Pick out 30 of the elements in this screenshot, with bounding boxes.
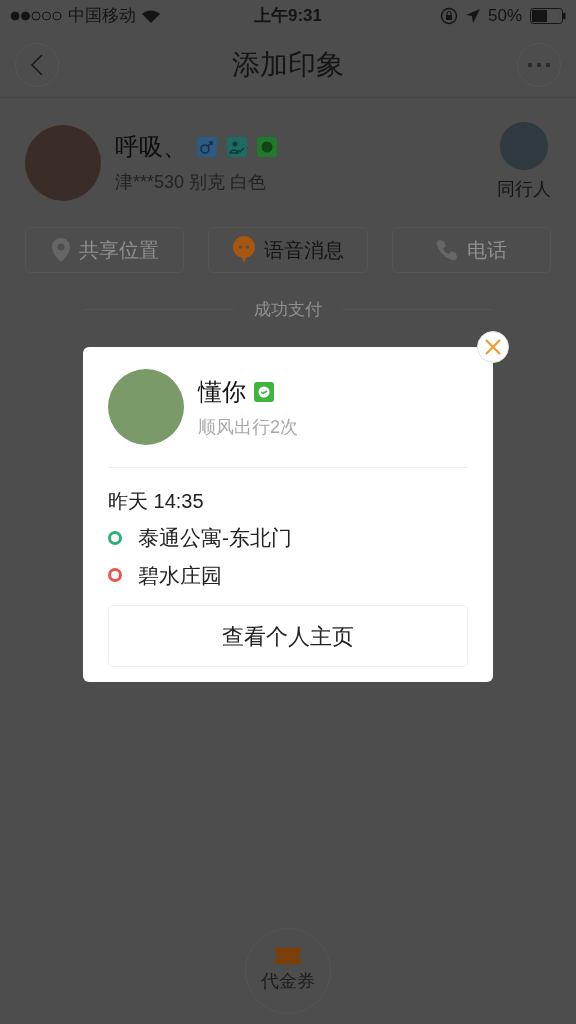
page-title: 添加印象 [232, 47, 344, 82]
payment-status-label: 成功支付 [254, 299, 322, 321]
companion-label: 同行人 [497, 178, 551, 201]
location-pin-icon [50, 237, 71, 263]
passenger-name: 懂你 [198, 376, 246, 407]
view-profile-button[interactable]: 查看个人主页 [108, 605, 468, 667]
ticket-icon [275, 947, 301, 964]
signal-strength-icon [10, 11, 62, 21]
close-button[interactable] [477, 331, 509, 363]
trip-count: 顺风出行2次 [198, 415, 298, 439]
battery-icon [530, 8, 566, 24]
more-dots-icon [527, 61, 551, 68]
phone-icon [435, 238, 460, 262]
chat-bubble-icon [232, 236, 256, 264]
stop-address: 泰通公寓-东北门 [138, 525, 292, 551]
stop-address: 碧水庄园 [138, 562, 222, 589]
clock-time: 上午9:31 [254, 5, 322, 28]
rotation-lock-icon [439, 7, 458, 25]
carrier-name: 中国移动 [68, 5, 136, 28]
verified-person-icon [227, 137, 247, 157]
back-chevron-icon [30, 53, 44, 76]
contact-action-button[interactable]: 语音消息 [208, 227, 368, 273]
driver-name: 呼吸、 [115, 132, 187, 162]
location-arrow-icon [465, 9, 480, 23]
trip-time: 昨天 14:35 [108, 489, 205, 514]
wifi-icon [142, 9, 160, 23]
male-sign-icon [197, 137, 217, 157]
close-icon [485, 339, 501, 355]
battery-percent: 50% [487, 5, 522, 28]
companion-photo-placeholder [500, 122, 548, 170]
